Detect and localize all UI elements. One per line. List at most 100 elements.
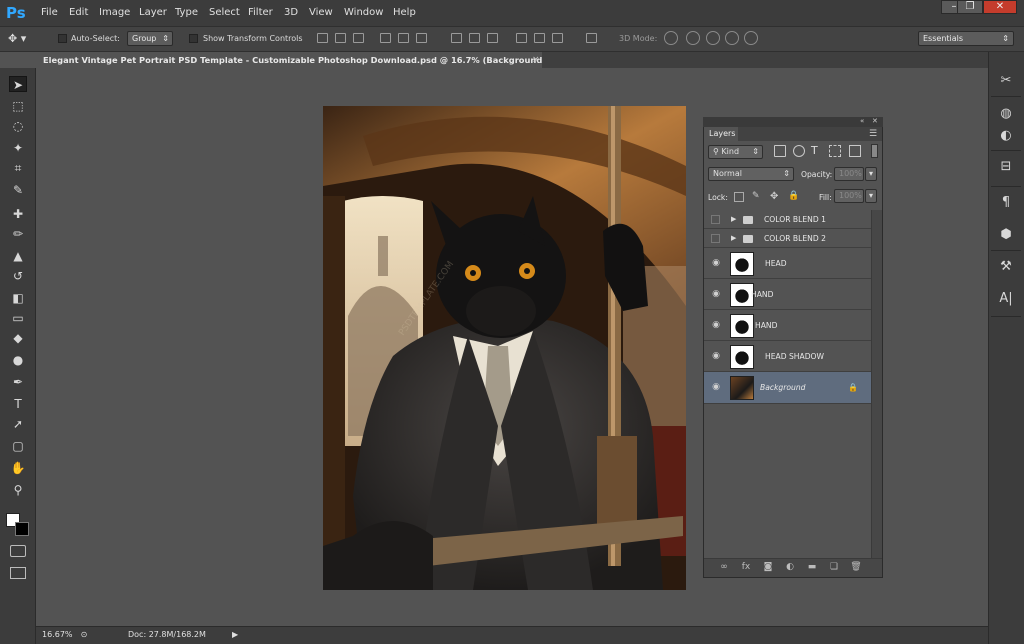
expand-group-icon[interactable]: ▶: [731, 234, 736, 242]
filter-toggle-icon[interactable]: [871, 144, 878, 158]
menu-filter[interactable]: Filter: [248, 0, 273, 26]
visibility-eye-icon[interactable]: ◉: [710, 258, 722, 270]
maximize-button[interactable]: ❐: [957, 0, 983, 14]
visibility-toggle-empty[interactable]: [711, 234, 720, 243]
filter-shape-icon[interactable]: [829, 145, 841, 157]
quick-select-tool-icon[interactable]: ✦: [9, 140, 27, 156]
distribute-top-icon[interactable]: [451, 33, 462, 43]
menu-3d[interactable]: 3D: [284, 0, 298, 26]
visibility-toggle-empty[interactable]: [711, 215, 720, 224]
collapse-panel-icon[interactable]: «: [860, 117, 869, 126]
menu-select[interactable]: Select: [209, 0, 240, 26]
filter-kind-dropdown[interactable]: ⚲ Kind ⇕: [708, 145, 763, 159]
new-group-icon[interactable]: ▬: [806, 561, 818, 573]
menu-help[interactable]: Help: [393, 0, 416, 26]
visibility-eye-icon[interactable]: ◉: [710, 289, 722, 301]
auto-align-icon[interactable]: [586, 33, 597, 43]
menu-type[interactable]: Type: [175, 0, 198, 26]
menu-image[interactable]: Image: [99, 0, 130, 26]
panel-menu-icon[interactable]: ☰: [869, 127, 881, 141]
3d-drag-icon[interactable]: [706, 31, 720, 45]
opacity-input[interactable]: 100%: [834, 167, 864, 181]
3d-scale-icon[interactable]: [744, 31, 758, 45]
path-select-tool-icon[interactable]: ➚: [9, 416, 27, 432]
layers-scrollbar[interactable]: [871, 210, 882, 568]
lasso-tool-icon[interactable]: ◌: [9, 118, 27, 134]
move-tool-icon[interactable]: ➤: [9, 76, 27, 92]
character-icon[interactable]: A|: [996, 290, 1016, 308]
share-icon[interactable]: ⊙: [77, 628, 91, 642]
visibility-eye-icon[interactable]: ◉: [710, 320, 722, 332]
opacity-arrow-icon[interactable]: ▾: [865, 167, 877, 181]
healing-tool-icon[interactable]: ✚: [9, 206, 27, 222]
zoom-tool-icon[interactable]: ⚲: [9, 482, 27, 498]
align-bottom-icon[interactable]: [353, 33, 364, 43]
3d-rotate-icon[interactable]: [664, 31, 678, 45]
brush-presets-icon[interactable]: ⚒: [996, 258, 1016, 276]
adjustments-icon[interactable]: ◐: [996, 127, 1016, 145]
align-right-icon[interactable]: [416, 33, 427, 43]
hand-tool-icon[interactable]: ✋: [9, 460, 27, 476]
properties-icon[interactable]: ⊟: [996, 158, 1016, 176]
menu-file[interactable]: File: [41, 0, 58, 26]
link-layers-icon[interactable]: ∞: [718, 561, 730, 573]
distribute-right-icon[interactable]: [552, 33, 563, 43]
blur-tool-icon[interactable]: ◆: [9, 330, 27, 346]
crop-tool-icon[interactable]: ⌗: [9, 160, 27, 176]
fill-arrow-icon[interactable]: ▾: [865, 189, 877, 203]
type-tool-icon[interactable]: T: [9, 396, 27, 412]
close-panel-icon[interactable]: ✕: [872, 117, 881, 126]
dodge-tool-icon[interactable]: ●: [9, 352, 27, 368]
new-layer-icon[interactable]: ❏: [828, 561, 840, 573]
auto-select-dropdown[interactable]: Group ⇕: [127, 31, 173, 46]
align-left-icon[interactable]: [380, 33, 391, 43]
brush-tool-icon[interactable]: ✏: [9, 226, 27, 242]
filter-smart-object-icon[interactable]: [849, 145, 861, 157]
add-mask-icon[interactable]: ◙: [762, 561, 774, 573]
lock-position-icon[interactable]: ✥: [770, 191, 782, 203]
fx-icon[interactable]: fx: [740, 561, 752, 573]
document-tab[interactable]: Elegant Vintage Pet Portrait PSD Templat…: [36, 52, 542, 68]
quick-mask-icon[interactable]: [10, 545, 26, 557]
visibility-eye-icon[interactable]: ◉: [710, 382, 722, 394]
3d-roll-icon[interactable]: [686, 31, 700, 45]
visibility-eye-icon[interactable]: ◉: [710, 351, 722, 363]
new-adjustment-icon[interactable]: ◐: [784, 561, 796, 573]
menu-edit[interactable]: Edit: [69, 0, 88, 26]
history-brush-tool-icon[interactable]: ↺: [9, 268, 27, 284]
eyedropper-tool-icon[interactable]: ✎: [9, 182, 27, 198]
status-menu-arrow-icon[interactable]: ▶: [232, 628, 238, 642]
distribute-hcenter-icon[interactable]: [534, 33, 545, 43]
distribute-left-icon[interactable]: [516, 33, 527, 43]
delete-layer-icon[interactable]: 🗑: [850, 561, 862, 573]
close-tab-icon[interactable]: ×: [532, 52, 542, 68]
distribute-vcenter-icon[interactable]: [469, 33, 480, 43]
lock-all-icon[interactable]: 🔒: [788, 191, 800, 203]
menu-view[interactable]: View: [309, 0, 333, 26]
lock-transparent-icon[interactable]: [734, 192, 744, 202]
distribute-bottom-icon[interactable]: [487, 33, 498, 43]
screen-mode-icon[interactable]: [10, 567, 26, 579]
close-window-button[interactable]: ✕: [983, 0, 1017, 14]
blend-mode-dropdown[interactable]: Normal ⇕: [708, 167, 794, 181]
transform-controls-checkbox[interactable]: [189, 34, 198, 43]
move-tool-icon[interactable]: ✥ ▾: [8, 30, 38, 48]
paragraph-icon[interactable]: ¶: [996, 194, 1016, 212]
fill-input[interactable]: 100%: [834, 189, 864, 203]
align-top-icon[interactable]: [317, 33, 328, 43]
tools-preset-icon[interactable]: ✂: [996, 72, 1016, 90]
align-vcenter-icon[interactable]: [335, 33, 346, 43]
shape-tool-icon[interactable]: ▢: [9, 438, 27, 454]
filter-pixel-icon[interactable]: [774, 145, 786, 157]
lock-pixels-icon[interactable]: ✎: [752, 191, 764, 203]
menu-window[interactable]: Window: [344, 0, 383, 26]
3d-cube-icon[interactable]: ⬢: [996, 226, 1016, 244]
filter-type-icon[interactable]: T: [811, 144, 823, 158]
auto-select-checkbox[interactable]: [58, 34, 67, 43]
expand-group-icon[interactable]: ▶: [731, 215, 736, 223]
filter-adjustment-icon[interactable]: [793, 145, 805, 157]
color-palette-icon[interactable]: ◍: [996, 105, 1016, 123]
menu-layer[interactable]: Layer: [139, 0, 167, 26]
align-hcenter-icon[interactable]: [398, 33, 409, 43]
3d-slide-icon[interactable]: [725, 31, 739, 45]
